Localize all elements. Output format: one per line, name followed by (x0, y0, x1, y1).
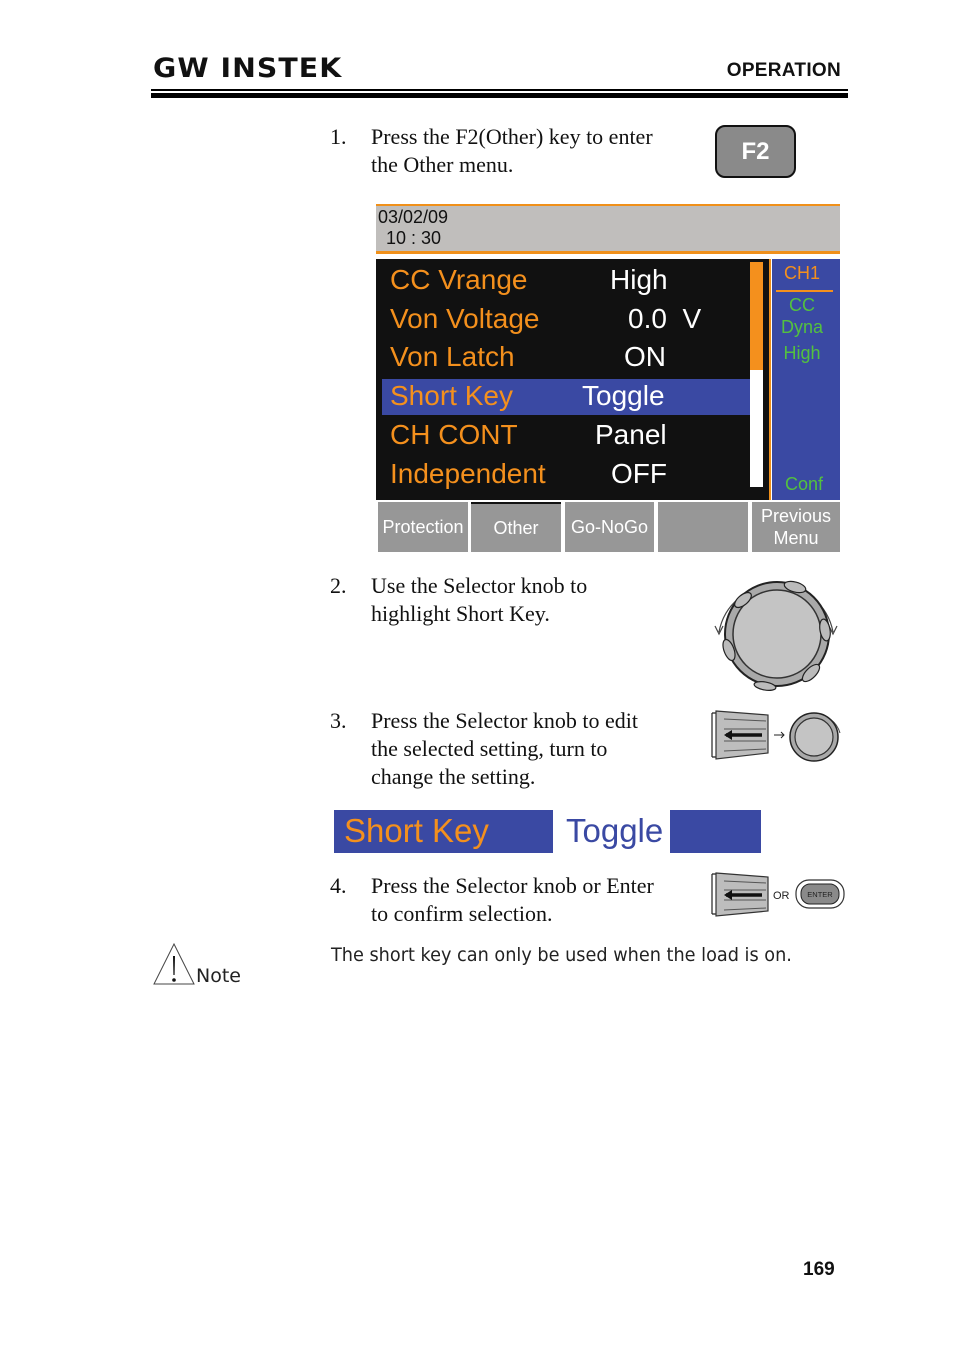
step-number: 3. (330, 708, 347, 733)
zoomed-setting-label-box: Short Key (334, 810, 553, 853)
setting-row-cc-vrange: CC Vrange High (382, 263, 750, 299)
selector-knob-icon (714, 580, 838, 691)
softkey-other[interactable]: Other (471, 502, 561, 552)
softkey-blank[interactable] (658, 502, 748, 552)
dyna-label: Dyna (780, 317, 824, 337)
press-knob-or-enter-icon: OR ENTER (711, 872, 845, 917)
mode-label: CC (789, 295, 815, 315)
setting-value: Panel (595, 419, 667, 450)
setting-label: Von Voltage (390, 303, 540, 334)
note-text: The short key can only be used when the … (331, 944, 792, 966)
step-text-line: the Other menu. (371, 152, 514, 177)
softkey-protection[interactable]: Protection (378, 502, 468, 552)
setting-row-von-voltage: Von Voltage 0.0 V (382, 302, 750, 338)
conf-label: Conf (784, 474, 824, 494)
step-number: 1. (330, 124, 347, 149)
setting-label: CH CONT (390, 419, 518, 450)
setting-row-von-latch: Von Latch ON (382, 340, 750, 376)
range-label: High (783, 343, 821, 363)
enter-key-label: ENTER (807, 890, 833, 899)
warning-triangle-icon (153, 943, 195, 985)
section-title: OPERATION (726, 60, 841, 81)
header-rule-thick (151, 93, 848, 98)
scrollbar-thumb (750, 262, 763, 370)
setting-label: Independent (390, 458, 546, 489)
panel-divider-accent (769, 259, 771, 500)
setting-label: Von Latch (390, 341, 515, 372)
setting-row-short-key: Short Key Toggle (382, 379, 750, 415)
step-text-line: to confirm selection. (371, 901, 553, 926)
step-text-line: Use the Selector knob to (371, 573, 588, 598)
date-readout: 03/02/09 (378, 207, 449, 227)
scrollbar (750, 262, 763, 487)
setting-label: CC Vrange (390, 264, 528, 295)
step-number: 2. (330, 573, 347, 598)
step-text-line: Press the Selector knob to edit (371, 708, 639, 733)
lcd-screen: 03/02/09 10 : 30 CC Vrange High Von Volt… (376, 204, 840, 552)
f2-key-icon: F2 (715, 125, 796, 178)
header-rule-thin (151, 89, 848, 91)
page-number: 169 (803, 1259, 835, 1280)
step-text-line: change the setting. (371, 764, 536, 789)
step-number: 4. (330, 873, 347, 898)
setting-value: High (610, 264, 668, 295)
step-text-line: Press the Selector knob or Enter (371, 873, 654, 898)
press-and-turn-knob-icon (711, 710, 841, 762)
channel-status-panel: CH1 CC Dyna High Conf (772, 259, 840, 500)
setting-row-ch-cont: CH CONT Panel (382, 418, 750, 454)
zoomed-setting-cursor-block (670, 810, 761, 853)
note-label: Note (196, 965, 241, 987)
step-text-line: the selected setting, turn to (371, 736, 608, 761)
channel-label: CH1 (783, 263, 820, 283)
softkey-bar: Protection Other Go-NoGo Previous Menu (376, 502, 840, 552)
setting-value: ON (624, 341, 666, 372)
setting-label: Short Key (390, 380, 513, 411)
time-readout: 10 : 30 (386, 228, 442, 248)
zoomed-setting-label: Short Key (344, 812, 489, 849)
zoomed-setting-value: Toggle (566, 812, 664, 849)
setting-row-independent: Independent OFF (382, 457, 750, 493)
or-label: OR (773, 890, 790, 902)
setting-value: Toggle (582, 380, 665, 411)
setting-value: OFF (611, 458, 667, 489)
channel-underline (776, 290, 833, 292)
step-text-line: highlight Short Key. (371, 601, 550, 626)
setting-value: 0.0 V (628, 303, 702, 334)
settings-panel: CC Vrange High Von Voltage 0.0 V Von Lat… (376, 259, 766, 500)
softkey-previous-menu[interactable]: Previous Menu (752, 502, 840, 552)
gw-instek-logo: GW INSTEK (153, 53, 343, 84)
softkey-go-nogo[interactable]: Go-NoGo (565, 502, 654, 552)
step-text-line: Press the F2(Other) key to enter (371, 124, 653, 149)
status-bar: 03/02/09 10 : 30 (376, 204, 840, 254)
